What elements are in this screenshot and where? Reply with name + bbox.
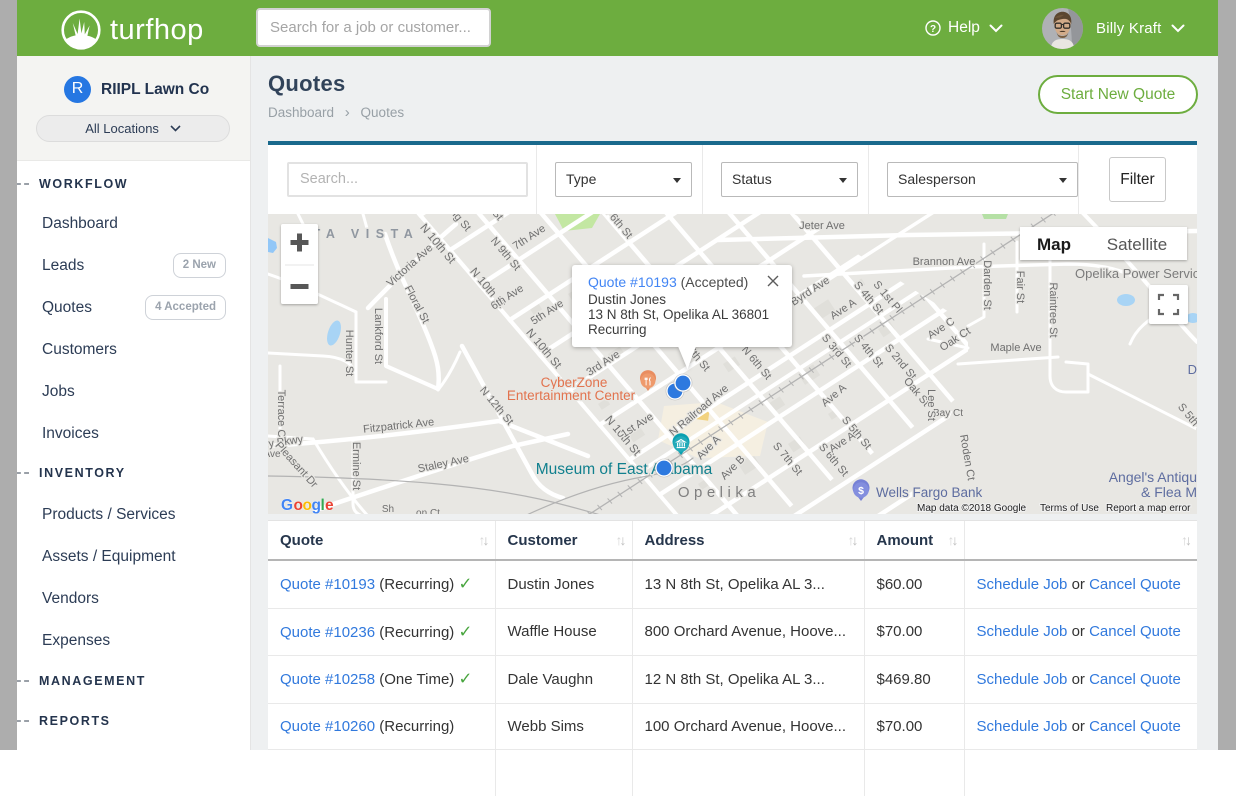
svg-text:Hunter St: Hunter St [343,330,355,376]
svg-text:Opelika: Opelika [678,484,760,501]
svg-text:Sh: Sh [382,504,394,514]
svg-text:$: $ [858,485,864,497]
svg-text:Raintree St: Raintree St [1047,282,1059,337]
svg-text:Jeter Ave: Jeter Ave [799,220,845,232]
svg-text:13 N 8th St, Opelika AL 36801: 13 N 8th St, Opelika AL 36801 [588,307,769,322]
svg-text:Dustin Jones: Dustin Jones [588,292,666,307]
svg-text:Opelika Power Service: Opelika Power Service [1075,266,1197,281]
svg-text:Quote #10193 (Accepted): Quote #10193 (Accepted) [588,274,748,290]
svg-text:Brannon Ave: Brannon Ave [913,256,976,268]
svg-text:on Ct: on Ct [416,508,440,514]
svg-text:Terms of Use: Terms of Use [1040,503,1099,514]
svg-text:Lankford St: Lankford St [372,308,384,364]
svg-text:TA VISTA: TA VISTA [313,227,420,241]
svg-text:Recurring: Recurring [588,322,647,337]
svg-text:Satellite: Satellite [1107,235,1167,254]
svg-text:e: e [325,497,334,514]
svg-text:Map data ©2018 Google: Map data ©2018 Google [917,503,1027,514]
svg-text:D: D [1188,362,1197,377]
svg-text:?: ? [930,24,936,35]
svg-text:Entertainment Center: Entertainment Center [507,388,636,403]
svg-text:G: G [281,497,293,514]
svg-text:& Flea M: & Flea M [1141,484,1197,500]
svg-text:Ermine St: Ermine St [350,442,362,490]
svg-text:Darden St: Darden St [981,260,993,310]
svg-text:Angel's Antiqu: Angel's Antiqu [1109,469,1197,485]
svg-text:Maple Ave: Maple Ave [990,342,1041,354]
svg-text:Terrace Ct: Terrace Ct [275,390,287,441]
svg-text:Lee St: Lee St [925,389,937,421]
svg-text:Museum of East Alabama: Museum of East Alabama [536,461,713,478]
svg-text:Fair St: Fair St [1014,271,1026,303]
svg-text:Wells Fargo Bank: Wells Fargo Bank [876,485,983,500]
svg-text:Map: Map [1037,235,1071,254]
svg-text:Ave: Ave [268,449,281,460]
svg-text:Report a map error: Report a map error [1106,503,1191,514]
